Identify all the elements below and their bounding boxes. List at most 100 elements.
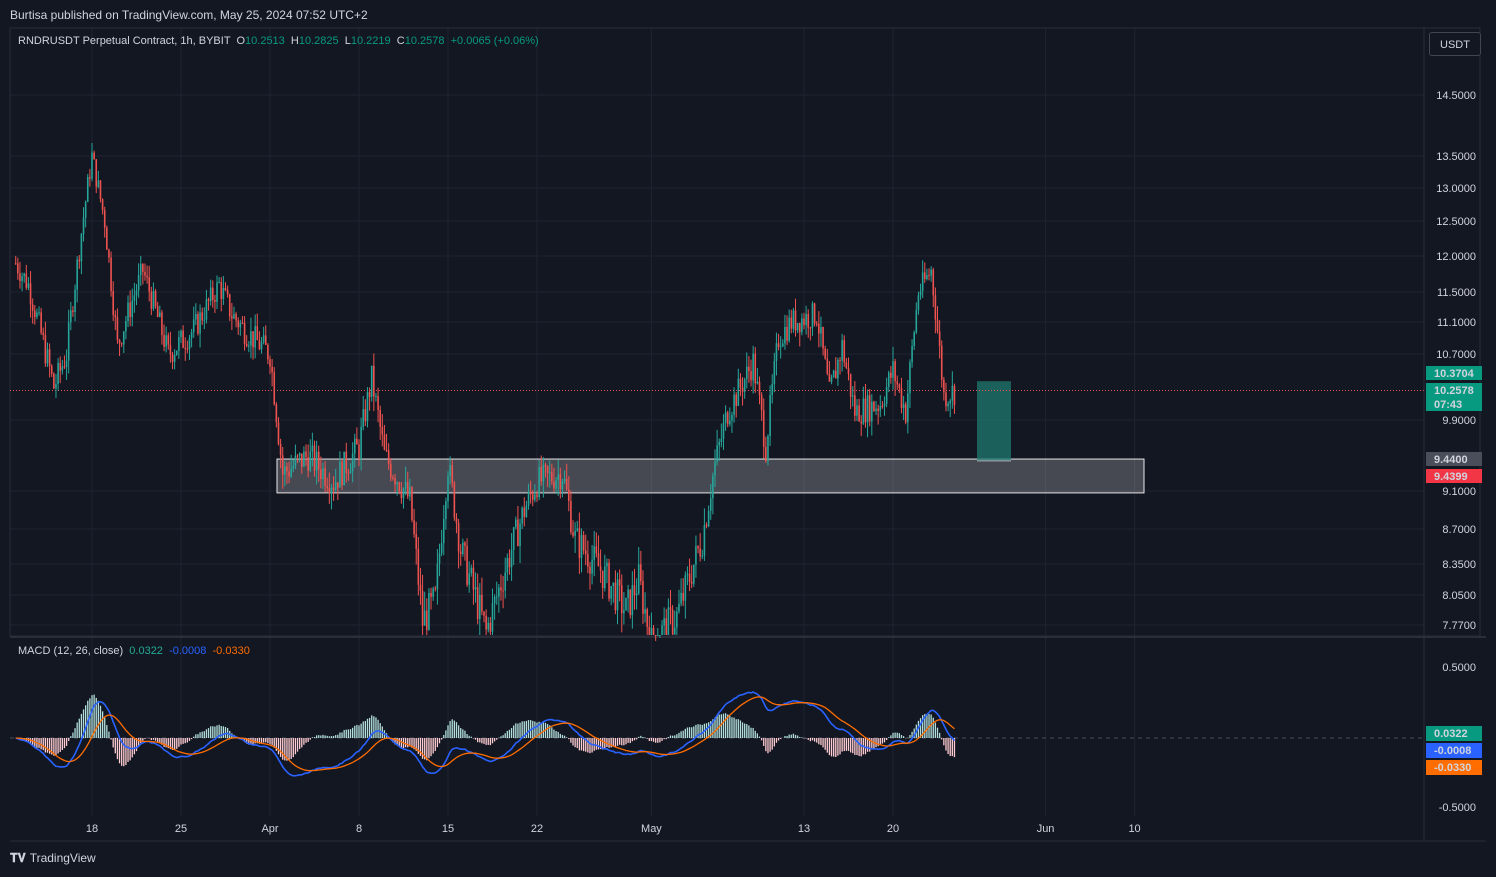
candles — [14, 143, 956, 642]
candle-up — [591, 559, 593, 574]
candle-up — [309, 451, 312, 471]
candle-down — [584, 550, 587, 555]
candle-down — [356, 438, 358, 445]
candle-up — [574, 530, 576, 536]
price-tick-label: 9.9000 — [1442, 415, 1476, 427]
time-tick-label: 15 — [442, 823, 454, 835]
candle-up — [902, 404, 905, 409]
candle-down — [567, 489, 570, 501]
candle-up — [330, 487, 333, 494]
candle-down — [544, 464, 547, 467]
candle-down — [430, 593, 432, 597]
candle-down — [934, 295, 937, 320]
price-tick-label: 8.3500 — [1442, 559, 1476, 571]
time-tick-label: 8 — [356, 823, 362, 835]
candle-down — [264, 335, 267, 345]
candle-down — [228, 294, 231, 317]
candle-up — [67, 322, 70, 361]
candle-down — [258, 340, 261, 350]
candle-down — [860, 421, 863, 424]
price-tick-label: 7.7700 — [1442, 620, 1476, 632]
target-box — [977, 381, 1011, 461]
candle-up — [718, 441, 721, 446]
candle-down — [758, 381, 761, 395]
candle-up — [915, 310, 918, 333]
candle-down — [690, 581, 693, 584]
candle-up — [801, 318, 803, 333]
candle-down — [760, 394, 763, 411]
time-tick-label: 25 — [175, 823, 187, 835]
candle-up — [875, 408, 877, 412]
candle-up — [487, 622, 490, 630]
candle-down — [415, 534, 418, 549]
candle-up — [360, 426, 362, 459]
candle-down — [828, 373, 831, 382]
candle-up — [188, 338, 191, 350]
candle-up — [86, 176, 89, 202]
candle-down — [815, 323, 818, 325]
candle-up — [788, 317, 790, 341]
candle-up — [442, 519, 445, 544]
candle-up — [947, 403, 949, 407]
candle-up — [887, 372, 890, 387]
candle-down — [392, 477, 394, 479]
candle-down — [629, 589, 632, 616]
price-marker-text: 07:43 — [1434, 399, 1462, 411]
candle-up — [175, 350, 178, 356]
candle-up — [290, 468, 292, 477]
candle-down — [864, 398, 867, 423]
candle-down — [220, 282, 223, 299]
candle-up — [930, 269, 932, 276]
chart-canvas[interactable]: 14.5000 13.5000 13.0000 12.5000 12.0000 11.50… — [0, 0, 1496, 877]
candle-up — [527, 491, 530, 506]
candle-down — [765, 446, 767, 462]
candle-down — [305, 451, 307, 458]
candle-down — [72, 310, 74, 312]
candle-up — [773, 360, 776, 384]
candle-up — [199, 312, 201, 334]
candle-down — [381, 426, 384, 435]
candle-up — [673, 627, 676, 635]
candle-down — [688, 573, 691, 582]
candle-down — [186, 348, 189, 350]
candle-down — [500, 587, 502, 591]
candle-down — [608, 562, 610, 599]
symbol-title[interactable]: RNDRUSDT Perpetual Contract, 1h, BYBIT — [18, 35, 230, 47]
candle-up — [498, 587, 500, 597]
candle-up — [402, 488, 405, 499]
grid — [9, 27, 1486, 842]
candle-up — [195, 314, 197, 320]
candle-up — [292, 465, 295, 469]
candle-up — [830, 377, 833, 382]
candle-down — [142, 264, 144, 272]
candle-up — [521, 507, 523, 524]
candle-down — [923, 272, 926, 279]
candle-down — [798, 323, 801, 333]
candle-down — [453, 482, 456, 518]
candle-up — [707, 510, 710, 527]
candle-down — [633, 585, 636, 596]
macd-line — [15, 691, 956, 777]
candle-down — [502, 590, 504, 592]
price-tick-label: 12.0000 — [1436, 251, 1476, 263]
candle-up — [428, 593, 430, 630]
candle-up — [832, 370, 835, 378]
candle-down — [652, 627, 655, 635]
candle-up — [593, 546, 596, 560]
macd-title[interactable]: MACD (12, 26, close) — [18, 645, 123, 657]
main-pane-border — [9, 27, 1481, 637]
currency-button[interactable]: USDT — [1429, 32, 1481, 56]
candle-down — [523, 507, 526, 517]
candle-up — [519, 523, 521, 546]
candle-down — [794, 310, 797, 331]
candle-down — [546, 466, 549, 474]
candle-up — [733, 394, 735, 415]
candle-up — [709, 498, 712, 511]
candle-up — [716, 445, 718, 462]
candle-up — [871, 401, 873, 422]
price-tick-label: 8.0500 — [1442, 590, 1476, 602]
candle-up — [743, 379, 746, 392]
candle-up — [911, 345, 913, 363]
candle-down — [786, 326, 788, 341]
change-value: +0.0065 (+0.06%) — [450, 35, 539, 47]
